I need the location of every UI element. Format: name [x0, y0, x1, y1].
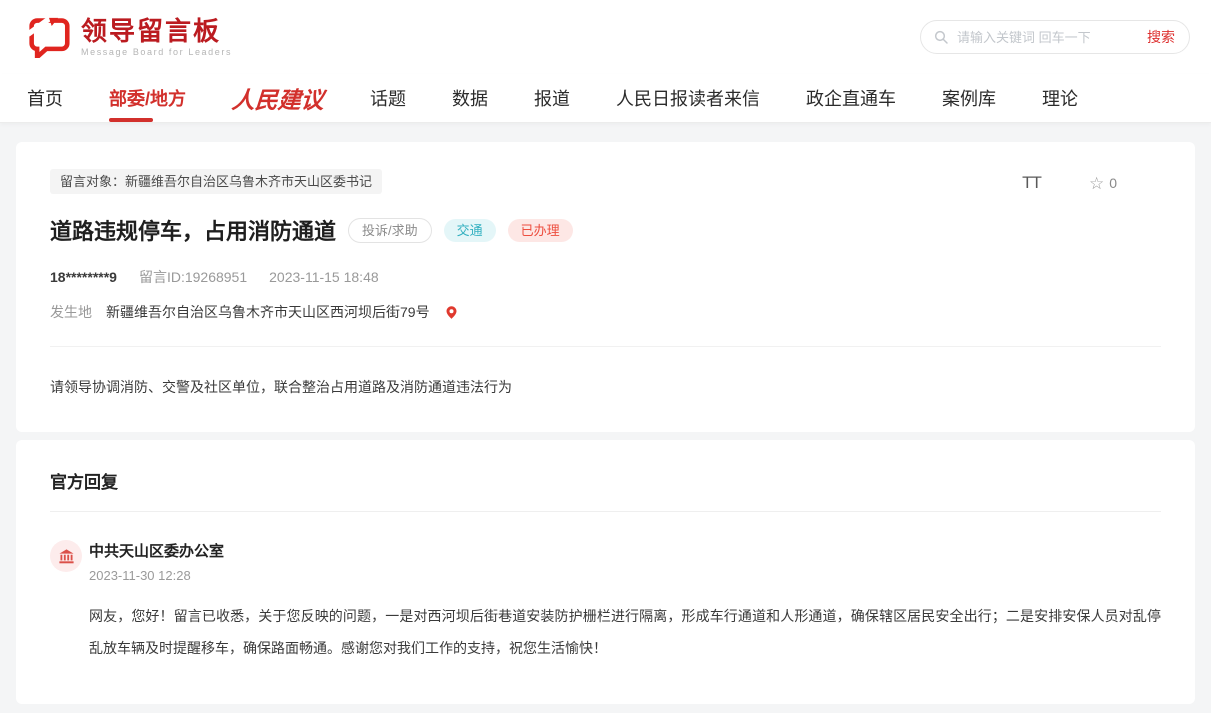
nav-item-peoples-suggestions[interactable]: 人民建议 — [230, 74, 325, 122]
official-reply-title: 官方回复 — [50, 468, 1161, 493]
search-button[interactable]: 搜索 — [1147, 27, 1175, 47]
header: 领导留言板 Message Board for Leaders 搜索 — [0, 0, 1211, 74]
search-box: 搜索 — [920, 20, 1190, 54]
message-user: 18********9 — [50, 269, 117, 285]
nav-item-topics[interactable]: 话题 — [370, 74, 406, 122]
search-icon — [933, 29, 949, 45]
nav-item-ministries-regions[interactable]: 部委/地方 — [109, 74, 186, 122]
government-office-avatar — [50, 540, 82, 572]
location-value: 新疆维吾尔自治区乌鲁木齐市天山区西河坝后街79号 — [106, 302, 430, 322]
message-title: 道路违规停车，占用消防通道 — [50, 214, 336, 246]
message-title-row: 道路违规停车，占用消防通道 投诉/求助 交通 已办理 — [50, 214, 1161, 246]
nav-item-reports[interactable]: 报道 — [534, 74, 570, 122]
reply-item: 中共天山区委办公室 2023-11-30 12:28 网友，您好！留言已收悉，关… — [50, 538, 1161, 664]
search-input[interactable] — [957, 30, 1147, 45]
nav-item-theory[interactable]: 理论 — [1042, 74, 1078, 122]
message-card-top: 留言对象：新疆维吾尔自治区乌鲁木齐市天山区委书记 TT ☆ 0 — [50, 169, 1161, 194]
logo-title: 领导留言板 — [81, 17, 232, 46]
nav-item-readers-letters[interactable]: 人民日报读者来信 — [616, 74, 760, 122]
government-building-icon — [58, 548, 75, 565]
tag-traffic: 交通 — [444, 219, 496, 242]
official-reply-card: 官方回复 中共天山区委办公室 2023-11-30 12:28 — [16, 440, 1195, 704]
reply-datetime: 2023-11-30 12:28 — [89, 568, 1161, 583]
reply-content: 网友，您好！留言已收悉，关于您反映的问题，一是对西河坝后街巷道安装防护栅栏进行隔… — [89, 600, 1161, 664]
message-meta-row: 18********9 留言ID:19268951 2023-11-15 18:… — [50, 267, 1161, 287]
reply-author: 中共天山区委办公室 — [89, 538, 1161, 561]
favorite-count: 0 — [1109, 175, 1117, 191]
logo-subtitle: Message Board for Leaders — [81, 47, 232, 57]
message-divider — [50, 346, 1161, 347]
main-nav: 首页 部委/地方 人民建议 话题 数据 报道 人民日报读者来信 政企直通车 案例… — [0, 74, 1211, 123]
nav-item-data[interactable]: 数据 — [452, 74, 488, 122]
star-icon: ☆ — [1089, 175, 1104, 192]
logo-speech-bubble-icon — [27, 16, 71, 58]
page: 领导留言板 Message Board for Leaders 搜索 首页 部委… — [0, 0, 1211, 704]
message-tools: TT ☆ 0 — [1022, 169, 1161, 193]
message-content: 请领导协调消防、交警及社区单位，联合整治占用道路及消防通道违法行为 — [50, 376, 1161, 398]
reply-body: 中共天山区委办公室 2023-11-30 12:28 网友，您好！留言已收悉，关… — [89, 538, 1161, 664]
nav-item-gov-enterprise-line[interactable]: 政企直通车 — [806, 74, 896, 122]
favorite-button[interactable]: ☆ 0 — [1089, 175, 1117, 192]
message-location-row: 发生地 新疆维吾尔自治区乌鲁木齐市天山区西河坝后街79号 — [50, 302, 1161, 322]
site-logo[interactable]: 领导留言板 Message Board for Leaders — [27, 16, 232, 58]
message-target-tag: 留言对象：新疆维吾尔自治区乌鲁木齐市天山区委书记 — [50, 169, 382, 194]
message-card: 留言对象：新疆维吾尔自治区乌鲁木齐市天山区委书记 TT ☆ 0 道路违规停车，占… — [16, 142, 1195, 432]
logo-text: 领导留言板 Message Board for Leaders — [81, 17, 232, 58]
message-id: 留言ID:19268951 — [139, 267, 247, 287]
tag-complaint-help: 投诉/求助 — [348, 218, 432, 243]
location-label: 发生地 — [50, 302, 92, 322]
message-datetime: 2023-11-15 18:48 — [269, 269, 379, 285]
tag-status-handled: 已办理 — [508, 219, 573, 242]
nav-item-home[interactable]: 首页 — [27, 74, 63, 122]
nav-item-case-library[interactable]: 案例库 — [942, 74, 996, 122]
reply-divider — [50, 511, 1161, 512]
font-size-icon[interactable]: TT — [1022, 173, 1041, 193]
main-content: 留言对象：新疆维吾尔自治区乌鲁木齐市天山区委书记 TT ☆ 0 道路违规停车，占… — [0, 123, 1211, 704]
location-pin-icon — [444, 305, 459, 320]
